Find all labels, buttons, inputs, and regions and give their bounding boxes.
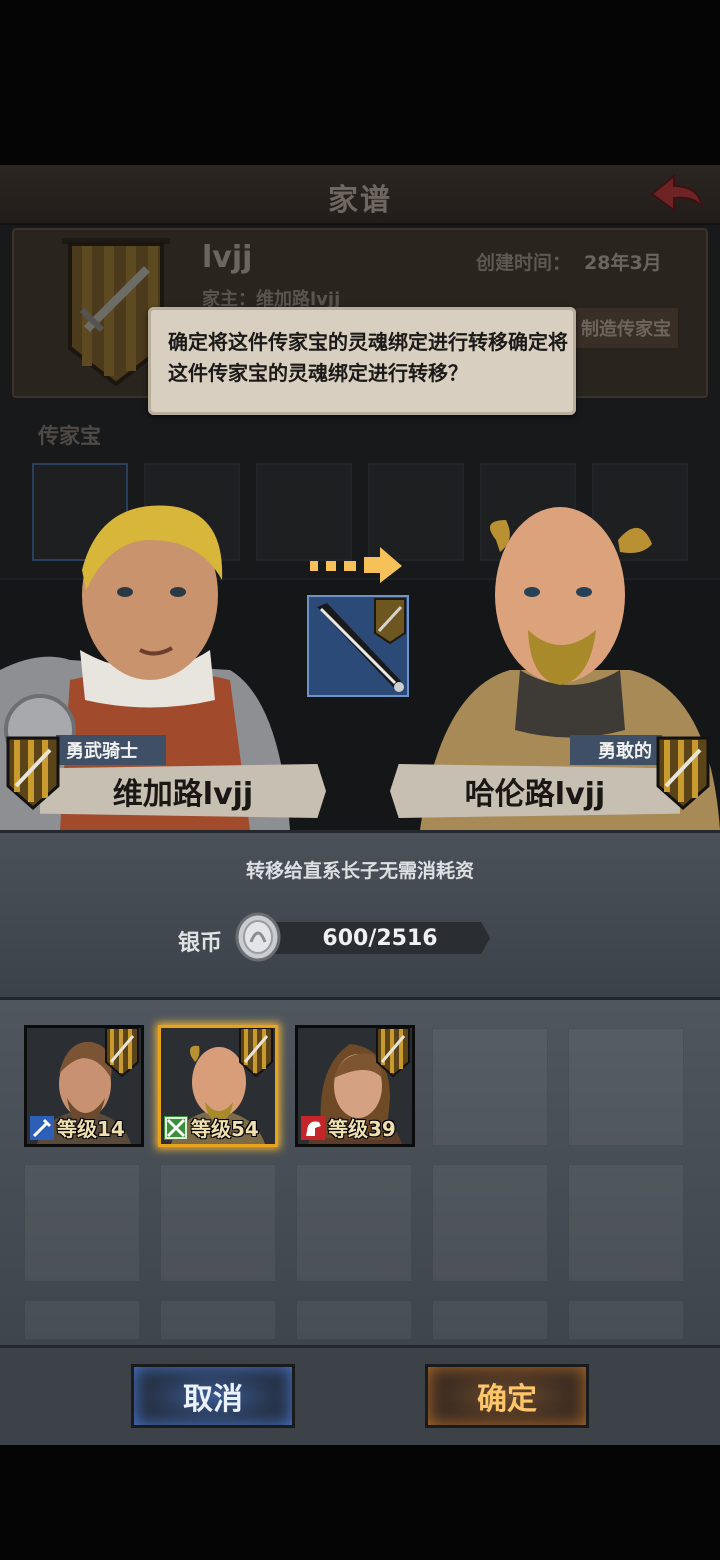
family-crest-icon [656,736,710,810]
heir-level: 等级39 [328,1117,396,1141]
heir-card[interactable]: 等级39 [295,1025,415,1147]
empty-heir-slot [296,1164,412,1282]
created-time-value: 28年3月 [584,252,662,274]
family-crest-icon [6,736,60,810]
horse-class-icon [301,1116,325,1140]
empty-heir-slot [568,1164,684,1282]
empty-heir-slot [160,1300,276,1340]
page-title: 家谱 [328,183,392,218]
family-crest-icon [239,1028,273,1078]
holder-name-plate: 维加路lvjj [40,764,326,818]
empty-heir-slot [568,1300,684,1340]
confirm-message: 确定将这件传家宝的灵魂绑定进行转移确定将这件传家宝的灵魂绑定进行转移？ [168,330,568,385]
heirloom-section-label: 传家宝 [38,424,101,448]
heir-level: 等级14 [57,1117,125,1141]
empty-heir-slot [432,1028,548,1146]
family-crest-icon [105,1028,139,1078]
cost-note: 转移给直系长子无需消耗资 [245,860,474,882]
heir-card[interactable]: 等级14 [24,1025,144,1147]
bottom-black-bar [0,1445,720,1560]
family-name: lvjj [202,240,253,275]
heir-card-selected[interactable]: 等级54 [158,1025,278,1147]
empty-heir-slot [24,1164,140,1282]
heir-level: 等级54 [191,1117,259,1141]
action-bar [0,1345,720,1445]
empty-heir-slot [24,1300,140,1340]
crossed-swords-class-icon [164,1116,188,1140]
sword-heirloom-icon [317,598,406,692]
silver-cost-value: 600/2516 [322,925,438,951]
heirloom-item-slot[interactable] [307,595,409,697]
confirm-button[interactable]: 确定 [425,1364,589,1428]
back-arrow-icon[interactable] [648,172,706,216]
empty-heir-slot [432,1300,548,1340]
top-black-bar [0,0,720,165]
heir-title-tag: 勇敢的 [570,735,662,765]
empty-heir-slot [432,1164,548,1282]
created-time-label: 创建时间： [476,252,572,274]
holder-title-tag: 勇武骑士 [56,735,166,765]
heir-name-plate: 哈伦路lvjj [390,764,680,818]
cancel-button[interactable]: 取消 [131,1364,295,1428]
empty-heir-slot [296,1300,412,1340]
empty-heir-slot [568,1028,684,1146]
empty-heir-slot [160,1164,276,1282]
make-heirloom-button[interactable]: 制造传家宝 [572,306,680,350]
family-crest-icon [376,1028,410,1078]
transfer-arrow-icon [310,547,402,583]
silver-coin-label: 银币 [178,931,223,956]
sword-class-icon [30,1116,54,1140]
